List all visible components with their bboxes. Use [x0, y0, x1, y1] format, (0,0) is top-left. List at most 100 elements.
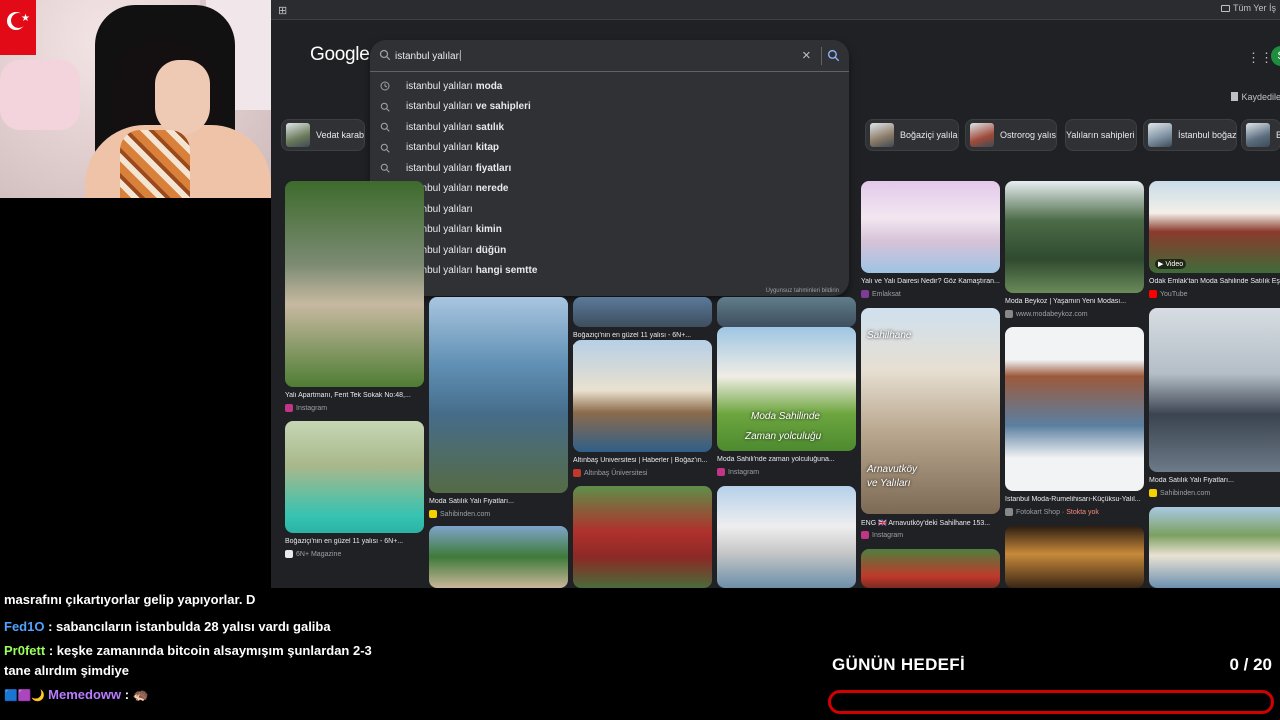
search-icon [380, 102, 390, 112]
result-source: YouTube [1149, 290, 1188, 298]
saved-label: Kaydedilen [1241, 92, 1280, 102]
image-caption: Moda Sahilinde [751, 411, 820, 422]
chip-related-search[interactable]: Vedat karabeyo [281, 119, 365, 151]
suggestion-item[interactable]: istanbul yalıları hangi semtte [370, 261, 849, 282]
chip-thumbnail [1148, 123, 1172, 147]
result-thumbnail [1005, 526, 1144, 588]
site-favicon-icon [285, 404, 293, 412]
result-title: Altınbaş Üniversitesi | Haberler | Boğaz… [573, 457, 708, 464]
image-result[interactable] [861, 549, 1000, 588]
emote-icon: 🦔 [132, 687, 149, 702]
goal-count: 0 / 20 [1229, 655, 1272, 674]
suggestion-item[interactable]: istanbul yalıları kimin [370, 220, 849, 241]
result-thumbnail [573, 340, 712, 452]
suggestion-item[interactable]: istanbul yalıları düğün [370, 240, 849, 261]
google-logo[interactable]: Google [310, 44, 370, 66]
chip-label: Boğaziçi yalıları [900, 130, 959, 140]
image-result[interactable]: Moda Satılık Yalı Fiyatları... Sahibinden… [429, 297, 568, 523]
result-source: Fotokart Shop · Stokta yok [1005, 508, 1099, 516]
image-result[interactable]: Moda Sahili'nde zaman yolculuğuna... Inst… [717, 327, 856, 481]
apps-grid-icon[interactable]: ⊞ [278, 4, 287, 17]
image-result[interactable] [717, 486, 856, 588]
image-result[interactable] [573, 486, 712, 588]
result-title: İstanbul Moda-Rumelihisarı-Küçüksu-Yalıl… [1005, 496, 1141, 503]
image-result[interactable]: Boğaziçi'nin en güzel 11 yalısı - 6N+...… [285, 421, 424, 563]
chat-username[interactable]: Fed1O [4, 619, 44, 634]
result-thumbnail [285, 421, 424, 533]
site-favicon-icon [1149, 489, 1157, 497]
site-favicon-icon [285, 550, 293, 558]
chip-label: B [1276, 130, 1280, 140]
chat-username[interactable]: Pr0fett [4, 643, 45, 658]
report-predictions-link[interactable]: Uygunsuz tahminleri bildirin [766, 288, 839, 294]
chat-message: Pr0fett : keşke zamanında bitcoin alsaym… [4, 643, 372, 658]
bookmark-folder-label: Tüm Yer İş [1232, 3, 1276, 13]
chat-username[interactable]: Memedoww [48, 687, 121, 702]
result-thumbnail [429, 526, 568, 588]
image-result[interactable]: Odak Emlak'tan Moda Sahilinde Satılık Eş… [1149, 181, 1280, 303]
chip-label: İstanbul boğazı [1178, 130, 1237, 140]
chat-message: tane alırdım şimdiye [4, 663, 129, 678]
chip-related-search[interactable]: Yalıların sahipleri [1065, 119, 1137, 151]
result-thumbnail [429, 297, 568, 493]
site-favicon-icon [429, 510, 437, 518]
suggestion-item[interactable]: istanbul yalıları [370, 199, 849, 220]
suggestion-item[interactable]: istanbul yalıları ve sahipleri [370, 97, 849, 118]
suggestion-item[interactable]: istanbul yalıları satılık [370, 117, 849, 138]
result-source-name: www.modabeykoz.com [1016, 310, 1088, 318]
stock-status: Stokta yok [1066, 508, 1099, 516]
site-favicon-icon [861, 531, 869, 539]
site-favicon-icon [1005, 310, 1013, 318]
image-result[interactable] [1005, 526, 1144, 588]
image-result[interactable]: Yalı Apartmanı, Ferit Tek Sokak No:48,..… [285, 181, 424, 417]
suggestion-completion: kitap [475, 142, 500, 154]
search-button[interactable] [827, 49, 840, 62]
result-source: www.modabeykoz.com [1005, 310, 1088, 318]
suggestion-item[interactable]: istanbul yalıları fiyatları [370, 158, 849, 179]
chat-text: tane alırdım şimdiye [4, 663, 129, 678]
image-result[interactable]: İstanbul Moda-Rumelihisarı-Küçüksu-Yalıl… [1005, 327, 1144, 521]
turkish-flag-icon: ★ [0, 0, 36, 55]
site-favicon-icon [1005, 508, 1013, 516]
suggestion-completion: ve sahipleri [475, 101, 531, 113]
image-caption: Zaman yolculuğu [745, 431, 822, 442]
chip-related-search[interactable]: İstanbul boğazı [1143, 119, 1237, 151]
chip-related-search[interactable]: Ostrorog yalısı [965, 119, 1057, 151]
bookmarks-bar: ⊞ Tüm Yer İş [271, 0, 1280, 20]
result-thumbnail [1005, 327, 1144, 491]
suggestion-item[interactable]: istanbul yalıları kitap [370, 138, 849, 159]
image-result[interactable] [1149, 507, 1280, 588]
image-result[interactable]: Yalı ve Yalı Dairesi Nedir? Göz Kamaştır… [861, 181, 1000, 303]
chat-message: 🟦🟪🌙 Memedoww : 🦔 [4, 687, 149, 703]
result-source-name: Emlaksat [872, 290, 901, 298]
search-input[interactable] [395, 47, 775, 65]
image-result[interactable]: ENG 🇬🇧 Arnavutköy'deki Sahilhane 153... I… [861, 308, 1000, 544]
chip-related-search[interactable]: B [1241, 119, 1280, 151]
image-result[interactable]: Moda Satılık Yalı Fiyatları... Sahibinden… [1149, 308, 1280, 502]
suggestion-item[interactable]: istanbul yalıları nerede [370, 179, 849, 200]
suggestion-text: istanbul yalıları [406, 142, 473, 154]
result-thumbnail [717, 297, 856, 327]
result-thumbnail [1149, 308, 1280, 472]
chat-text: : sabancıların istanbulda 28 yalısı vard… [48, 619, 331, 634]
chat-message: Fed1O : sabancıların istanbulda 28 yalıs… [4, 619, 331, 634]
image-result[interactable]: Altınbaş Üniversitesi | Haberler | Boğaz… [573, 340, 712, 482]
webcam-feed [0, 0, 271, 198]
video-badge: ▶ Video [1155, 259, 1187, 269]
chip-related-search[interactable]: Boğaziçi yalıları [865, 119, 959, 151]
chip-label: Vedat karabeyo [316, 130, 365, 140]
suggestion-completion: fiyatları [475, 162, 512, 174]
history-icon [380, 81, 390, 91]
chip-thumbnail [286, 123, 310, 147]
clear-icon[interactable]: × [802, 48, 811, 63]
image-caption: ve Yalıları [867, 478, 911, 489]
bookmark-folder[interactable]: Tüm Yer İş [1220, 3, 1276, 13]
suggestion-item[interactable]: istanbul yalıları moda [370, 76, 849, 97]
saved-link[interactable]: Kaydedilen [1231, 92, 1280, 102]
image-result[interactable] [429, 526, 568, 588]
chip-label: Yalıların sahipleri [1066, 130, 1135, 140]
browser-window: ⊞ Tüm Yer İş Google × istanbul yalılarım… [271, 0, 1280, 588]
image-result[interactable]: Moda Beykoz | Yaşamın Yeni Modası... www.… [1005, 181, 1144, 323]
result-source: Altınbaş Üniversitesi [573, 469, 647, 477]
search-box: × istanbul yalılarımodaistanbul yalıları… [370, 40, 849, 296]
